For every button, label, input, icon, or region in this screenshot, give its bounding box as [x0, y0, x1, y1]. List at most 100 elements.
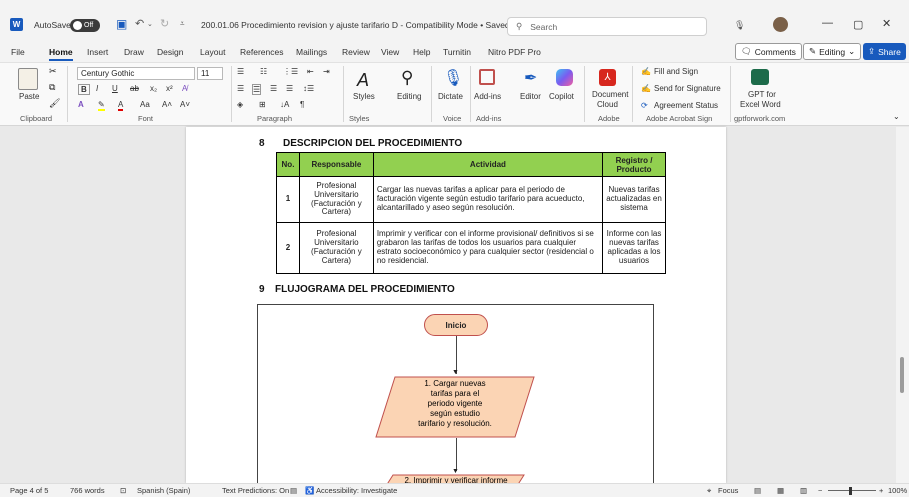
focus-icon[interactable]: ⌖ — [707, 486, 711, 496]
zoom-slider-thumb[interactable] — [849, 487, 852, 495]
zoom-out-icon[interactable]: − — [818, 486, 822, 495]
text-effects-icon[interactable]: A — [78, 100, 84, 109]
share-button[interactable]: ⇪ Share — [863, 43, 906, 60]
agreement-status-label[interactable]: Agreement Status — [654, 101, 718, 110]
menu-help[interactable]: Help — [413, 47, 430, 57]
bullets-icon[interactable]: ☰ — [237, 67, 244, 76]
editing-mode-button[interactable]: ✎ Editing ⌄ — [803, 43, 862, 60]
menu-view[interactable]: View — [381, 47, 399, 57]
highlight-icon[interactable]: ✎ — [98, 100, 105, 111]
paste-icon[interactable] — [18, 68, 38, 90]
document-cloud-label-2[interactable]: Cloud — [597, 100, 618, 109]
read-mode-icon[interactable]: ▤ — [754, 486, 761, 495]
copilot-icon[interactable] — [556, 69, 573, 86]
shading-icon[interactable]: ◈ — [237, 100, 243, 109]
addins-label[interactable]: Add-ins — [474, 92, 501, 101]
menu-insert[interactable]: Insert — [87, 47, 108, 57]
borders-icon[interactable]: ⊞ — [259, 100, 266, 109]
word-count[interactable]: 766 words — [70, 486, 105, 495]
undo-icon[interactable]: ↶ — [135, 17, 144, 30]
cut-icon[interactable]: ✂ — [49, 66, 57, 77]
subscript-button[interactable]: x₂ — [150, 84, 157, 93]
format-painter-icon[interactable]: 🖌 — [49, 98, 60, 109]
bold-button[interactable]: B — [78, 84, 90, 95]
font-size-select[interactable]: 11 — [197, 67, 223, 80]
underline-button[interactable]: U — [112, 84, 118, 93]
font-name-select[interactable]: Century Gothic — [77, 67, 195, 80]
styles-label[interactable]: Styles — [353, 92, 375, 101]
page-count[interactable]: Page 4 of 5 — [10, 486, 48, 495]
menu-layout[interactable]: Layout — [200, 47, 226, 57]
change-case-icon[interactable]: Aa — [140, 100, 150, 109]
align-center-icon[interactable]: ☰ — [252, 84, 262, 95]
paste-label[interactable]: Paste — [19, 92, 39, 101]
copy-icon[interactable]: ⧉ — [49, 82, 55, 93]
justify-icon[interactable]: ☰ — [286, 84, 293, 93]
ribbon-collapse-icon[interactable]: ⌄ — [893, 112, 900, 121]
align-left-icon[interactable]: ☰ — [237, 84, 244, 93]
minimize-icon[interactable]: — — [822, 17, 833, 29]
gpt-label-1[interactable]: GPT for — [748, 90, 776, 99]
accessibility-icon[interactable]: ♿ — [305, 486, 314, 495]
fill-sign-icon[interactable]: ✍ — [641, 67, 651, 76]
adobe-pdf-icon[interactable]: ⅄ — [599, 69, 616, 86]
language[interactable]: Spanish (Spain) — [137, 486, 190, 495]
web-layout-icon[interactable]: ▥ — [800, 486, 807, 495]
comments-button[interactable]: 🗨 Comments — [735, 43, 802, 60]
zoom-in-icon[interactable]: + — [879, 486, 883, 495]
styles-icon[interactable]: A — [357, 70, 369, 91]
clear-formatting-icon[interactable]: A̸ — [182, 84, 187, 93]
sort-icon[interactable]: ↓A — [280, 100, 289, 109]
addins-icon[interactable] — [479, 69, 495, 85]
line-spacing-icon[interactable]: ↕☰ — [303, 84, 314, 93]
save-icon[interactable]: ▣ — [116, 17, 127, 31]
copilot-label[interactable]: Copilot — [549, 92, 574, 101]
editor-label[interactable]: Editor — [520, 92, 541, 101]
menu-turnitin[interactable]: Turnitin — [443, 47, 471, 57]
macro-icon[interactable]: ▤ — [290, 486, 297, 495]
print-layout-icon[interactable]: ▦ — [777, 486, 784, 495]
align-right-icon[interactable]: ☰ — [270, 84, 277, 93]
send-signature-icon[interactable]: ✍ — [641, 84, 651, 93]
multilevel-list-icon[interactable]: ⋮☰ — [283, 67, 298, 76]
document-cloud-label-1[interactable]: Document — [592, 90, 628, 99]
scrollbar-thumb[interactable] — [900, 357, 904, 393]
gpt-for-work-icon[interactable] — [751, 69, 769, 85]
menu-file[interactable]: File — [11, 47, 25, 57]
menu-mailings[interactable]: Mailings — [296, 47, 327, 57]
avatar[interactable] — [773, 17, 788, 32]
editor-icon[interactable]: ✒ — [524, 68, 537, 88]
superscript-button[interactable]: x² — [166, 84, 173, 93]
strikethrough-button[interactable]: ab — [130, 84, 139, 93]
proofing-icon[interactable]: ⊡ — [120, 486, 126, 495]
shrink-font-icon[interactable]: A˅ — [180, 100, 190, 109]
send-signature-label[interactable]: Send for Signature — [654, 84, 721, 93]
search-box[interactable]: ⚲ Search — [507, 17, 707, 36]
decrease-indent-icon[interactable]: ⇤ — [307, 67, 314, 76]
restore-icon[interactable]: ▢ — [853, 18, 863, 31]
gpt-label-2[interactable]: Excel Word — [740, 100, 781, 109]
microphone-icon[interactable]: 🎙 — [734, 20, 745, 31]
customize-toolbar-icon[interactable]: ⩡ — [180, 19, 185, 29]
redo-icon[interactable]: ↻ — [160, 17, 169, 30]
dictate-label[interactable]: Dictate — [438, 92, 463, 101]
close-icon[interactable]: ✕ — [882, 17, 891, 30]
fill-sign-label[interactable]: Fill and Sign — [654, 67, 698, 76]
agreement-status-icon[interactable]: ⟳ — [641, 101, 648, 110]
dictate-icon[interactable]: 🎙 — [443, 68, 463, 88]
autosave-toggle[interactable]: Off — [70, 19, 100, 32]
zoom-level[interactable]: 100% — [888, 486, 907, 495]
zoom-slider[interactable] — [828, 490, 876, 491]
menu-home[interactable]: Home — [49, 47, 73, 61]
menu-review[interactable]: Review — [342, 47, 370, 57]
numbering-icon[interactable]: ☷ — [260, 67, 267, 76]
document-title[interactable]: 200.01.06 Procedimiento revision y ajust… — [201, 20, 518, 31]
text-predictions[interactable]: Text Predictions: On — [222, 486, 289, 495]
undo-dropdown-icon[interactable]: ⌄ — [147, 20, 153, 28]
find-icon[interactable]: ⚲ — [401, 68, 413, 88]
flow-start-node[interactable]: Inicio — [424, 314, 488, 336]
menu-draw[interactable]: Draw — [124, 47, 144, 57]
italic-button[interactable]: I — [96, 84, 98, 93]
editing-group-label[interactable]: Editing — [397, 92, 421, 101]
increase-indent-icon[interactable]: ⇥ — [323, 67, 330, 76]
